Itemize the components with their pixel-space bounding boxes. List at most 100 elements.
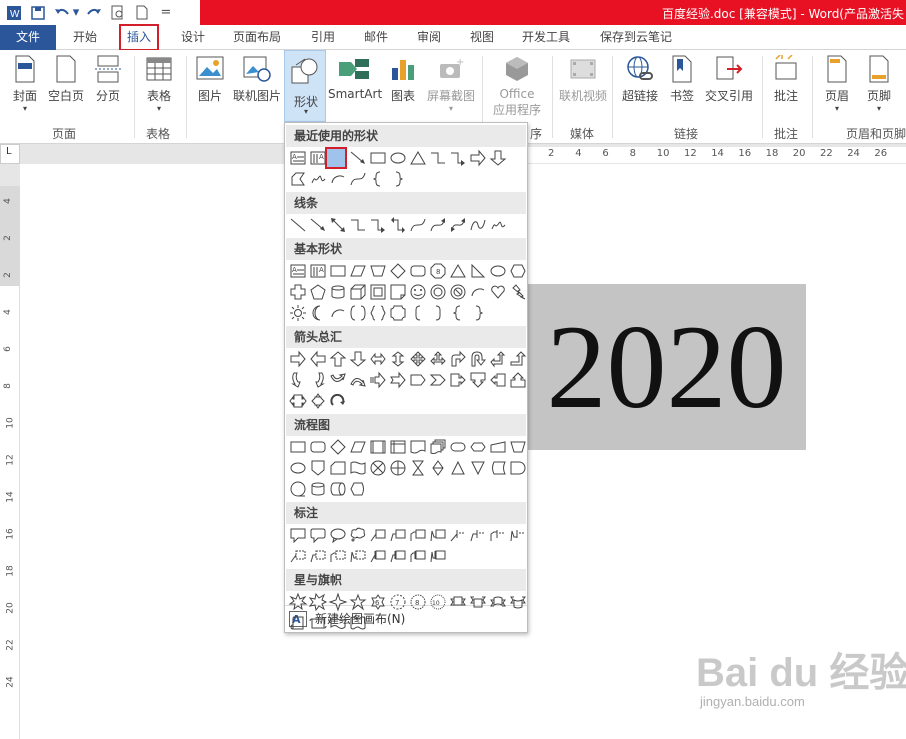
shape-pentagon-icon[interactable] <box>308 282 328 302</box>
shape-bor1-icon[interactable] <box>288 546 308 566</box>
shape-elbow-icon[interactable] <box>348 215 368 235</box>
blank-page-button[interactable]: 空白页 <box>46 54 86 104</box>
shape-rect-icon[interactable] <box>368 148 388 168</box>
shape-octagon-icon[interactable]: 8 <box>428 261 448 281</box>
shape-quadcallout-icon[interactable] <box>308 391 328 411</box>
page-break-button[interactable]: 分页 <box>92 54 124 104</box>
online-picture-button[interactable]: 联机图片 <box>232 54 282 104</box>
shape-acc2-icon[interactable] <box>468 525 488 545</box>
shape-textbox-icon[interactable]: A <box>288 261 308 281</box>
new-document-icon[interactable] <box>132 3 152 23</box>
shape-curve-icon[interactable] <box>348 169 368 189</box>
shape-ovalcallout-icon[interactable] <box>328 525 348 545</box>
shape-brackets-icon[interactable] <box>348 303 368 323</box>
shape-accbor4-icon[interactable] <box>428 546 448 566</box>
shape-bevel-icon[interactable] <box>368 282 388 302</box>
shape-curvedU-icon[interactable] <box>328 370 348 390</box>
shape-ellipse-icon[interactable] <box>488 261 508 281</box>
shape-ellipse-icon[interactable] <box>388 148 408 168</box>
shape-ribboncurve-icon[interactable] <box>488 592 508 612</box>
cover-page-button[interactable]: 封面 ▾ <box>8 54 42 113</box>
shape-lupArrow-icon[interactable] <box>488 349 508 369</box>
shape-curvedD-icon[interactable] <box>348 370 368 390</box>
shape-diamond-icon[interactable] <box>388 261 408 281</box>
shape-bor2-icon[interactable] <box>308 546 328 566</box>
shape-elbowarrow-icon[interactable] <box>368 215 388 235</box>
shape-parallelogram-icon[interactable] <box>348 261 368 281</box>
online-video-button[interactable]: 联机视频 <box>557 54 609 104</box>
shape-accbor3-icon[interactable] <box>408 546 428 566</box>
shape-manual-icon[interactable] <box>488 437 508 457</box>
undo-dropdown-icon[interactable]: ▾ <box>72 3 80 23</box>
shape-diamond-icon[interactable] <box>328 437 348 457</box>
office-apps-button[interactable]: Office 应用程序 <box>488 54 546 118</box>
shape-trapezoid-icon[interactable] <box>508 437 528 457</box>
shape-star6-icon[interactable]: 6 <box>368 592 388 612</box>
shape-delay-icon[interactable] <box>508 458 528 478</box>
cross-reference-button[interactable]: 交叉引用 <box>703 54 755 104</box>
shape-scribble-icon[interactable] <box>308 169 328 189</box>
shape-triangle-icon[interactable] <box>408 148 428 168</box>
shape-sun-icon[interactable] <box>288 303 308 323</box>
shape-card-icon[interactable] <box>328 458 348 478</box>
shape-elbowarrow-icon[interactable] <box>448 148 468 168</box>
redo-icon[interactable] <box>84 3 104 23</box>
shape-dcallout-icon[interactable] <box>468 370 488 390</box>
shape-dblarrow-icon[interactable] <box>328 215 348 235</box>
vertical-ruler[interactable]: 4 2 2 4 6 8 10 12 14 16 18 20 22 24 <box>0 186 20 739</box>
shape-rect-icon[interactable] <box>328 261 348 281</box>
shape-donut-icon[interactable] <box>428 282 448 302</box>
shape-circarrow-icon[interactable] <box>328 391 348 411</box>
tab-home[interactable]: 开始 <box>73 25 97 50</box>
shape-can-icon[interactable] <box>328 282 348 302</box>
shape-curvedL-icon[interactable] <box>308 370 328 390</box>
shape-braces-icon[interactable] <box>368 303 388 323</box>
shape-chevron-icon[interactable] <box>428 370 448 390</box>
shape-rbrace-icon[interactable] <box>468 303 488 323</box>
shape-elbow-icon[interactable] <box>428 148 448 168</box>
screenshot-button[interactable]: + 屏幕截图 ▾ <box>425 54 477 113</box>
shape-lrarrow-icon[interactable] <box>368 349 388 369</box>
shape-moon-icon[interactable] <box>308 303 328 323</box>
shape-parallelogram-icon[interactable] <box>348 437 368 457</box>
shape-rbracket-icon[interactable] <box>428 303 448 323</box>
shape-ucallout-icon[interactable] <box>508 370 528 390</box>
tab-view[interactable]: 视图 <box>470 25 494 50</box>
shape-elbowdbl-icon[interactable] <box>388 215 408 235</box>
picture-button[interactable]: 图片 <box>195 54 225 104</box>
shape-star5-icon[interactable] <box>348 592 368 612</box>
shape-internal-icon[interactable] <box>388 437 408 457</box>
hyperlink-button[interactable]: 超链接 <box>620 54 660 104</box>
tab-file[interactable]: 文件 <box>0 25 56 50</box>
shape-plus-icon[interactable] <box>288 282 308 302</box>
shape-roundcallout-icon[interactable] <box>308 525 328 545</box>
shape-heart-icon[interactable] <box>488 282 508 302</box>
shape-triangle-icon[interactable] <box>448 261 468 281</box>
shape-terminator-icon[interactable] <box>448 437 468 457</box>
shape-curvearrow-icon[interactable] <box>428 215 448 235</box>
shape-bor4-icon[interactable] <box>348 546 368 566</box>
shape-curve-icon[interactable] <box>408 215 428 235</box>
shape-cube-icon[interactable] <box>348 282 368 302</box>
chart-button[interactable]: 图表 <box>388 54 418 104</box>
tab-save-to-cloud-note[interactable]: 保存到云笔记 <box>600 25 672 50</box>
shape-acc4-icon[interactable] <box>508 525 528 545</box>
shape-lrcallout-icon[interactable] <box>288 391 308 411</box>
shape-display-icon[interactable] <box>348 479 368 499</box>
shape-ribbonup-icon[interactable] <box>468 592 488 612</box>
shape-lruarrow-icon[interactable] <box>428 349 448 369</box>
shape-collate-icon[interactable] <box>408 458 428 478</box>
ruler-tab-selector[interactable]: L <box>0 144 20 164</box>
shape-bolt-icon[interactable] <box>508 282 528 302</box>
shape-uarrow-icon[interactable] <box>328 349 348 369</box>
shape-larrow-icon[interactable] <box>308 349 328 369</box>
shape-predef-icon[interactable] <box>368 437 388 457</box>
tab-insert[interactable]: 插入 <box>119 24 159 51</box>
shape-notchedR-icon[interactable] <box>388 370 408 390</box>
shape-doc-icon[interactable] <box>408 437 428 457</box>
tab-references[interactable]: 引用 <box>311 25 335 50</box>
shape-sumjunction-icon[interactable] <box>368 458 388 478</box>
shape-merge-icon[interactable] <box>468 458 488 478</box>
shape-acc1-icon[interactable] <box>448 525 468 545</box>
shape-extract-icon[interactable] <box>448 458 468 478</box>
